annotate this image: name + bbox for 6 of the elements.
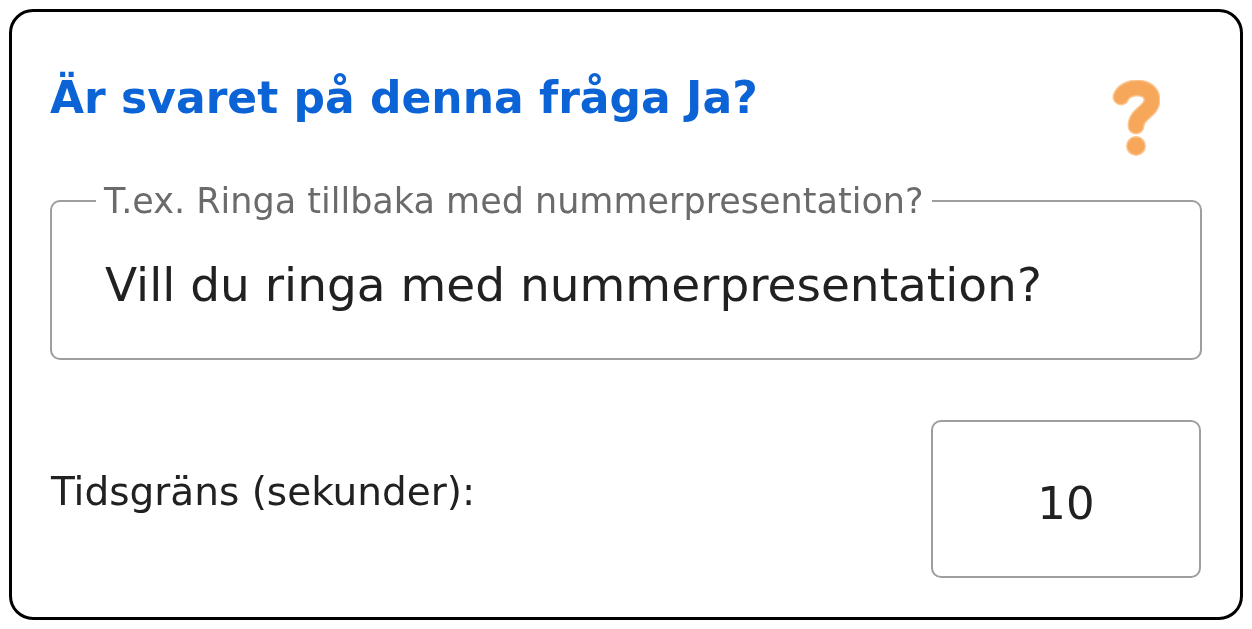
- number-field[interactable]: 10: [931, 420, 1201, 578]
- question-mark-icon: [1112, 80, 1160, 157]
- text-field[interactable]: T.ex. Ringa tillbaka med nummerpresentation? Vill du ringa med nummerpresentation?: [50, 183, 1202, 360]
- time-limit-label: Tidsgräns (sekunder):: [51, 469, 476, 515]
- floating-label: T.ex. Ringa tillbaka med nummerpresentation?: [103, 183, 925, 219]
- question-title: Är svaret på denna fråga Ja?: [50, 70, 758, 125]
